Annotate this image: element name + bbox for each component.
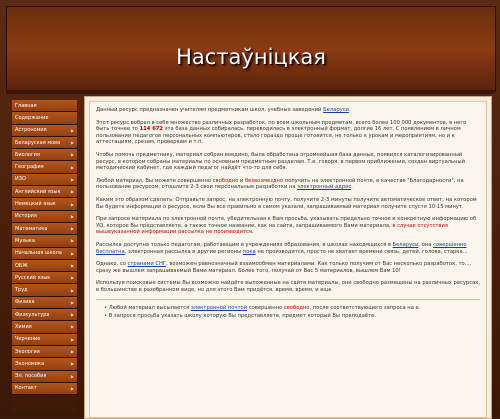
paragraph-resource: Этот ресурс вобрал в себя множество разл… xyxy=(96,119,467,146)
sidebar-item-label: Русский язык xyxy=(15,274,51,281)
sidebar-item[interactable]: Астрономия ▶ xyxy=(12,124,77,137)
link-email-2[interactable]: электронной почтой xyxy=(191,305,247,311)
sidebar-item[interactable]: ИЗО ▶ xyxy=(12,173,77,187)
sidebar-item-label: Экономика xyxy=(15,360,45,367)
chevron-right-icon: ▶ xyxy=(70,312,74,318)
chevron-right-icon: ▶ xyxy=(70,373,74,379)
sidebar-item[interactable]: Труд ▶ xyxy=(12,284,77,297)
sidebar-item-label: Экология xyxy=(15,348,40,355)
chevron-right-icon: ▶ xyxy=(70,226,74,232)
sidebar-item[interactable]: Химия ▶ xyxy=(12,321,77,334)
sidebar-item-label: История xyxy=(15,213,37,220)
sidebar-item-label: Немецкий язык xyxy=(15,201,56,208)
sidebar-item[interactable]: Математика ▶ xyxy=(12,222,77,236)
link-email[interactable]: электронный адрес xyxy=(297,184,351,190)
sidebar-item[interactable]: Начальная школа ▶ xyxy=(12,247,77,260)
sidebar-item[interactable]: Русский язык ▶ xyxy=(12,272,77,285)
main-content: Данный ресурс предназначен учителям пред… xyxy=(84,96,492,419)
sidebar-item[interactable]: Биология ▶ xyxy=(12,149,77,162)
sidebar-item-label: Начальная школа xyxy=(15,250,62,257)
paragraph-howto: Каким это образом сделать: Отправьте зап… xyxy=(96,196,477,210)
sidebar-item-label: Черчение xyxy=(15,336,41,343)
sidebar-item-label: Содержание xyxy=(15,114,49,121)
link-pending[interactable]: пока xyxy=(243,249,256,255)
sidebar-item-label: Физкультура xyxy=(15,311,50,318)
sidebar-item-label: Музыка xyxy=(15,237,35,244)
note-item: • В запросе просьба указать школу котору… xyxy=(104,313,376,320)
link-belarus[interactable]: Беларуси xyxy=(323,107,349,113)
chevron-right-icon: ▶ xyxy=(70,213,74,219)
content-body: Данный ресурс предназначен учителям пред… xyxy=(89,101,487,418)
paragraph-search: Используя поисковые системы Вы возможно … xyxy=(96,280,480,293)
sidebar-item[interactable]: История ▶ xyxy=(12,210,77,223)
sidebar-item[interactable]: Музыка ▶ xyxy=(12,235,77,248)
paragraph-request: При запросе материала по электронной поч… xyxy=(96,216,477,236)
sidebar-item-label: Беларуская мова xyxy=(15,139,61,146)
sidebar-item-label: Физика xyxy=(15,299,35,306)
chevron-right-icon: ▶ xyxy=(70,361,74,367)
chevron-right-icon: ▶ xyxy=(70,336,74,342)
chevron-right-icon: ▶ xyxy=(70,238,74,244)
sidebar-item-label: Химия xyxy=(15,323,32,330)
sidebar: Главная Содержание Астрономия ▶ Беларуская м… xyxy=(12,100,77,412)
sidebar-item-label: Астрономия xyxy=(15,127,47,134)
chevron-right-icon: ▶ xyxy=(70,140,74,146)
sidebar-item[interactable]: Эл. пособия ▶ xyxy=(12,370,77,383)
chevron-right-icon: ▶ xyxy=(70,263,74,268)
paragraph-mailing: Рассылка доступна только педагогам, рабо… xyxy=(96,241,468,255)
sidebar-item-label: Главная xyxy=(15,102,37,109)
sidebar-item[interactable]: Экономика ▶ xyxy=(12,358,77,371)
sidebar-item-label: Математика xyxy=(15,225,48,232)
sidebar-item-label: Английский язык xyxy=(15,188,61,195)
chevron-right-icon: ▶ xyxy=(70,201,74,207)
sidebar-item[interactable]: Физкультура ▶ xyxy=(12,309,77,322)
sidebar-item[interactable]: Немецкий язык ▶ xyxy=(12,198,77,211)
sidebar-item[interactable]: Содержание xyxy=(12,112,77,125)
chevron-right-icon: ▶ xyxy=(70,349,74,355)
paragraph-free: Любой материал, Вы можете совершенно сво… xyxy=(96,177,464,191)
link-cis[interactable]: странами СНГ xyxy=(128,261,167,267)
sidebar-item[interactable]: География ▶ xyxy=(12,161,77,174)
sidebar-item-label: ИЗО xyxy=(15,176,26,183)
paragraph-cis: Однако, со странами СНГ, возможен равноз… xyxy=(96,261,472,274)
sidebar-item-label: Контакт xyxy=(15,385,37,392)
chevron-right-icon: ▶ xyxy=(70,287,74,293)
sidebar-item[interactable]: Экология ▶ xyxy=(12,345,77,359)
site-title: Настаўніцкая xyxy=(176,45,326,69)
chevron-right-icon: ▶ xyxy=(70,385,74,391)
sidebar-item-label: ОБЖ xyxy=(15,262,28,269)
link-belarus-2[interactable]: Беларуси xyxy=(393,242,419,248)
page-frame: Настаўніцкая Главная Содержание Астрономия… xyxy=(0,0,500,419)
site-header: Настаўніцкая xyxy=(6,6,496,92)
sidebar-item-label: География xyxy=(15,164,44,171)
chevron-right-icon: ▶ xyxy=(70,176,74,182)
sidebar-item[interactable]: Английский язык ▶ xyxy=(12,186,77,199)
notes-list: • Любой материал высылается электронной … xyxy=(96,305,480,319)
sidebar-item[interactable]: Черчение ▶ xyxy=(12,333,77,346)
chevron-right-icon: ▶ xyxy=(70,324,74,330)
sidebar-item[interactable]: Главная xyxy=(12,100,77,113)
paragraph-catalog: Чтобы помочь предметнику, материал собра… xyxy=(96,151,465,172)
note-item: • Любой материал высылается электронной … xyxy=(104,305,421,312)
chevron-right-icon: ▶ xyxy=(70,275,74,281)
chevron-right-icon: ▶ xyxy=(70,189,74,195)
chevron-right-icon: ▶ xyxy=(70,164,74,170)
header-divider xyxy=(6,90,494,94)
paragraph-intro: Данный ресурс предназначен учителям пред… xyxy=(96,107,351,113)
document-count: 114 672 xyxy=(139,126,164,133)
sidebar-item-label: Труд xyxy=(15,287,28,294)
sidebar-item[interactable]: Контакт ▶ xyxy=(12,382,77,396)
sidebar-item[interactable]: Беларуская мова ▶ xyxy=(12,136,77,150)
chevron-right-icon: ▶ xyxy=(70,299,74,305)
chevron-right-icon: ▶ xyxy=(70,127,74,133)
sidebar-item[interactable]: Физика ▶ xyxy=(12,296,77,310)
chevron-right-icon: ▶ xyxy=(70,152,74,158)
divider xyxy=(96,299,480,301)
sidebar-item-label: Биология xyxy=(15,151,40,158)
sidebar-item-label: Эл. пособия xyxy=(15,373,47,380)
chevron-right-icon: ▶ xyxy=(70,250,74,256)
sidebar-item[interactable]: ОБЖ ▶ xyxy=(12,259,77,273)
